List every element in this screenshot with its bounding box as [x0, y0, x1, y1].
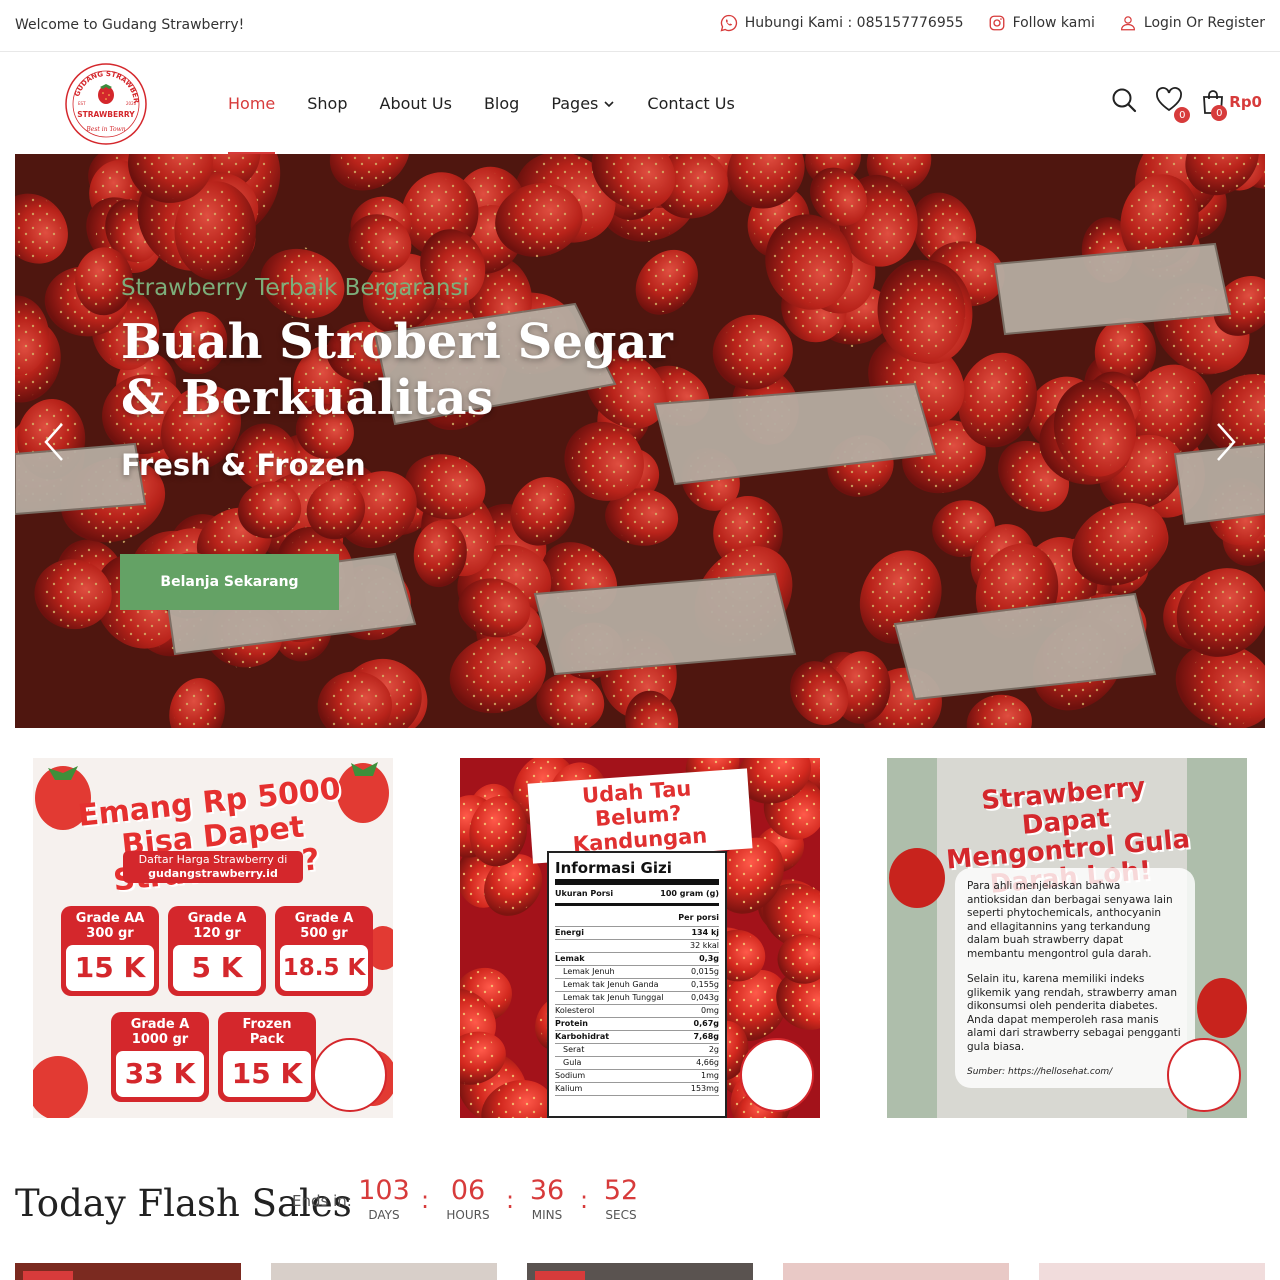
whatsapp-icon — [720, 14, 737, 32]
hero-tagline: Fresh & Frozen — [121, 448, 366, 482]
nav-shop[interactable]: Shop — [307, 53, 347, 154]
site-logo[interactable]: GUDANG STRAWBERRY EST 2020 STRAWBERRY Be… — [64, 62, 148, 146]
promo-banner-nutrition[interactable]: Udah Tau Belum? Kandungan Nutrisi Strawb… — [460, 758, 820, 1118]
nutrition-row: Energi 134 kj — [555, 927, 719, 940]
contact-link[interactable]: Hubungi Kami : 085157776955 — [720, 14, 964, 32]
nav-about-label: About Us — [379, 94, 452, 113]
top-bar-links: Hubungi Kami : 085157776955 Follow kami … — [696, 14, 1265, 32]
countdown-days: 103 DAYS — [358, 1175, 410, 1223]
svg-text:Best in Town: Best in Town — [85, 126, 125, 133]
price-card: Grade A 500 gr 18.5 K — [275, 906, 373, 996]
brand-stamp-logo — [740, 1038, 814, 1112]
slider-next-arrow-icon[interactable] — [1214, 422, 1238, 462]
cart-count-badge: 0 — [1211, 105, 1228, 121]
search-icon — [1112, 88, 1137, 113]
nav-contact-label: Contact Us — [647, 94, 735, 113]
search-button[interactable] — [1111, 87, 1137, 117]
banner1-subtitle: Daftar Harga Strawberry di gudangstrawbe… — [123, 851, 303, 883]
instagram-icon — [989, 15, 1004, 31]
countdown-separator: : — [421, 1186, 430, 1214]
nutrition-row: Lemak 0,3g — [555, 953, 719, 966]
nav-shop-label: Shop — [307, 94, 348, 113]
nutrition-row: Sodium 1mg — [555, 1070, 719, 1083]
price-card: Grade AA 300 gr 15 K — [61, 906, 159, 996]
nav-home-label: Home — [228, 94, 276, 113]
nutrition-row: Gula 4,66g — [555, 1057, 719, 1070]
nutrition-row: Lemak Jenuh 0,015g — [555, 966, 719, 979]
header-actions: 0 0 Rp0 — [1093, 87, 1262, 123]
cart-total: Rp0 — [1229, 93, 1262, 111]
follow-link[interactable]: Follow kami — [988, 14, 1095, 32]
nav-about[interactable]: About Us — [380, 53, 452, 154]
nav-blog-label: Blog — [483, 94, 520, 113]
nav-blog[interactable]: Blog — [484, 53, 519, 154]
shop-now-button[interactable]: Belanja Sekarang — [120, 554, 339, 610]
contact-text: Hubungi Kami : 085157776955 — [744, 15, 964, 31]
svg-text:2020: 2020 — [126, 101, 137, 106]
main-nav: Home Shop About Us Blog Pages Contact Us — [228, 53, 767, 154]
product-card[interactable] — [1039, 1263, 1265, 1280]
nutrition-row: Lemak tak Jenuh Tunggal 0,043g — [555, 992, 719, 1005]
login-link[interactable]: Login Or Register — [1119, 14, 1265, 32]
follow-text: Follow kami — [1012, 15, 1095, 31]
main-header: GUDANG STRAWBERRY EST 2020 STRAWBERRY Be… — [0, 53, 1280, 154]
chevron-down-icon — [604, 100, 614, 107]
top-bar: Welcome to Gudang Strawberry! Hubungi Ka… — [0, 0, 1280, 52]
wishlist-count-badge: 0 — [1174, 107, 1191, 123]
countdown-mins: 36 MINS — [529, 1175, 565, 1223]
banner3-text-card: Para ahli menjelaskan bahwa antioksidan … — [955, 868, 1195, 1088]
brand-stamp-logo — [313, 1038, 387, 1112]
brand-stamp-logo — [1167, 1038, 1241, 1112]
countdown-label: Ends in: — [292, 1192, 352, 1210]
svg-text:EST: EST — [78, 101, 86, 106]
svg-text:STRAWBERRY: STRAWBERRY — [77, 110, 135, 119]
nav-pages-label: Pages — [551, 94, 599, 113]
hero-subtitle: Strawberry Terbaik Bergaransi — [121, 275, 469, 301]
nutrition-row: Kolesterol 0mg — [555, 1005, 719, 1018]
price-card: Grade A 120 gr 5 K — [168, 906, 266, 996]
promo-banner-price-list[interactable]: Emang Rp 5000 Bisa Dapet Strawberry? Daf… — [33, 758, 393, 1118]
nutrition-row: Kalium 153mg — [555, 1083, 719, 1096]
countdown-secs: 52 SECS — [603, 1175, 639, 1223]
login-text: Login Or Register — [1143, 15, 1265, 31]
nutrition-row: Protein 0,67g — [555, 1018, 719, 1031]
nutrition-facts-table: Informasi Gizi Ukuran Porsi 100 gram (g) … — [547, 851, 727, 1118]
product-card[interactable] — [271, 1263, 497, 1280]
slider-prev-arrow-icon[interactable] — [42, 422, 66, 462]
price-card: Frozen Pack 15 K — [218, 1012, 316, 1102]
countdown-hours: 06 HOURS — [446, 1175, 490, 1223]
welcome-text: Welcome to Gudang Strawberry! — [15, 17, 245, 33]
nav-contact[interactable]: Contact Us — [647, 53, 734, 154]
product-card[interactable] — [527, 1263, 753, 1280]
hero-strawberries-image — [15, 154, 1265, 728]
user-icon — [1120, 16, 1135, 31]
hero-slider: Strawberry Terbaik Bergaransi Buah Strob… — [15, 154, 1265, 728]
hero-title: Buah Stroberi Segar & Berkualitas — [121, 314, 673, 426]
nav-pages[interactable]: Pages — [551, 53, 615, 154]
nav-home[interactable]: Home — [228, 53, 276, 154]
price-card: Grade A 1000 gr 33 K — [111, 1012, 209, 1102]
product-card[interactable] — [783, 1263, 1009, 1280]
nutrition-row: Lemak tak Jenuh Ganda 0,155g — [555, 979, 719, 992]
wishlist-button[interactable]: 0 — [1155, 87, 1191, 123]
nutrition-row: 32 kkal — [555, 940, 719, 953]
cart-button[interactable]: 0 Rp0 — [1201, 89, 1262, 121]
product-card[interactable] — [15, 1263, 241, 1280]
nutrition-row: Serat 2g — [555, 1044, 719, 1057]
promo-banner-blood-sugar[interactable]: Strawberry Dapat Mengontrol Gula Darah L… — [887, 758, 1247, 1118]
nutrition-row: Karbohidrat 7,68g — [555, 1031, 719, 1044]
